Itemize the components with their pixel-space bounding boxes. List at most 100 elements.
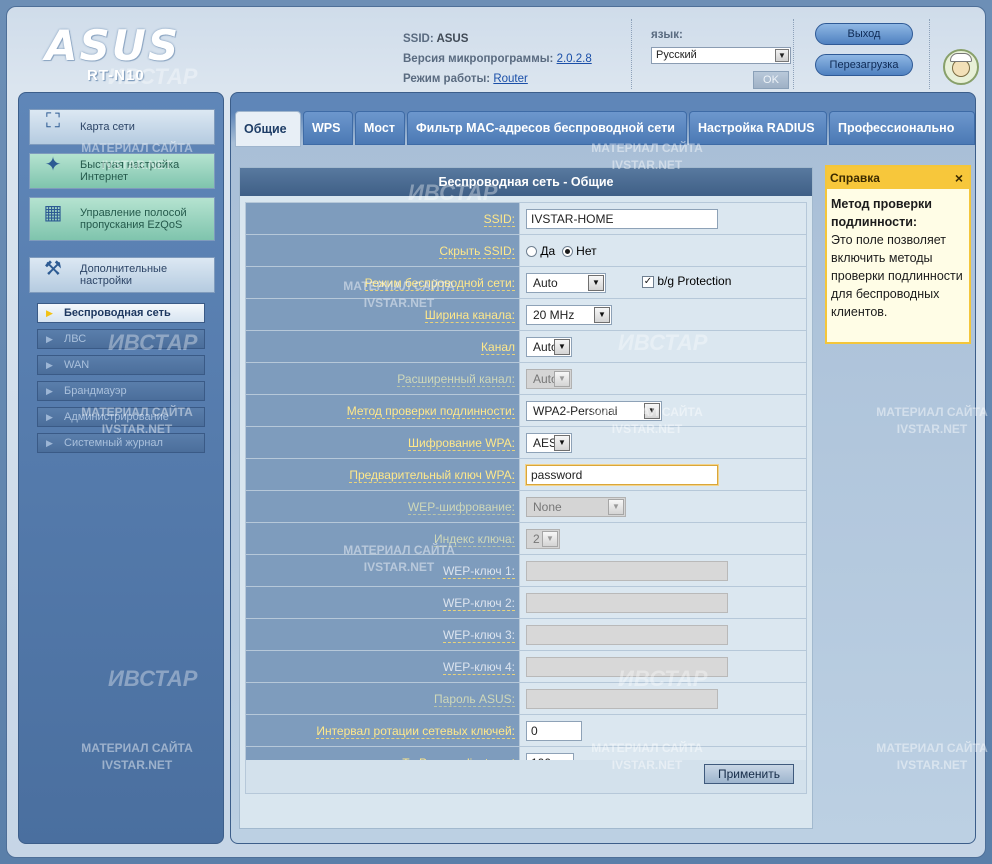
reboot-button[interactable]: Перезагрузка bbox=[815, 54, 913, 76]
tab-wps[interactable]: WPS bbox=[303, 111, 353, 145]
ssid-field-label[interactable]: SSID: bbox=[483, 211, 515, 227]
channel-width-select[interactable]: 20 MHz ▼ bbox=[526, 304, 612, 325]
chevron-down-icon: ▼ bbox=[542, 530, 558, 547]
wep-key4-label[interactable]: WEP-ключ 4: bbox=[442, 659, 515, 675]
sidebar-item-advanced[interactable]: ⚒ Дополнительные настройки bbox=[29, 257, 215, 293]
table-row: Метод проверки подлинности: WPA2-Persona… bbox=[245, 394, 807, 427]
apply-row: Применить bbox=[245, 760, 807, 794]
wand-icon: ✦ bbox=[44, 154, 62, 176]
wireless-general-panel: Беспроводная сеть - Общие SSID: IVSTAR-H… bbox=[239, 167, 813, 829]
table-row: Шифрование WPA: AES ▼ bbox=[245, 426, 807, 459]
tab-general[interactable]: Общие bbox=[235, 111, 301, 147]
asus-logo: ASUS RT-N10 bbox=[31, 17, 201, 87]
wep-key3-label[interactable]: WEP-ключ 3: bbox=[442, 627, 515, 643]
tab-mac-filter[interactable]: Фильтр MAC-адресов беспроводной сети bbox=[407, 111, 687, 145]
help-text: Это поле позволяет включить методы прове… bbox=[831, 233, 963, 319]
arrow-right-icon: ▶ bbox=[46, 334, 53, 344]
help-body: Метод проверки подлинности: Это поле поз… bbox=[827, 189, 969, 321]
language-value: Русский bbox=[656, 49, 697, 61]
table-row: Индекс ключа: 2 ▼ bbox=[245, 522, 807, 555]
table-row: WEP-ключ 2: bbox=[245, 586, 807, 619]
apply-button[interactable]: Применить bbox=[704, 764, 794, 784]
wep-key2-input[interactable] bbox=[526, 592, 728, 613]
arrow-right-icon: ▶ bbox=[46, 438, 53, 448]
sidebar-sub-wan[interactable]: ▶ WAN bbox=[37, 355, 205, 375]
ssid-input[interactable]: IVSTAR-HOME bbox=[526, 208, 718, 229]
help-panel: Справка × Метод проверки подлинности: Эт… bbox=[825, 165, 971, 344]
auth-method-value: WPA2-Personal bbox=[533, 403, 618, 418]
mode-link[interactable]: Router bbox=[493, 73, 528, 85]
hide-ssid-no-radio[interactable] bbox=[561, 245, 573, 257]
hide-ssid-label[interactable]: Скрыть SSID: bbox=[439, 243, 515, 259]
wep-key2-label[interactable]: WEP-ключ 2: bbox=[442, 595, 515, 611]
wep-encryption-select[interactable]: None ▼ bbox=[526, 496, 626, 517]
hide-ssid-no-label: Нет bbox=[576, 243, 597, 258]
asus-passphrase-label[interactable]: Пароль ASUS: bbox=[434, 691, 515, 707]
sidebar: ⛶ Карта сети ✦ Быстрая настройка Интерне… bbox=[18, 92, 224, 844]
wep-key1-label[interactable]: WEP-ключ 1: bbox=[442, 563, 515, 579]
wpa-encryption-label[interactable]: Шифрование WPA: bbox=[408, 435, 515, 451]
help-header: Справка × bbox=[827, 167, 969, 189]
channel-label[interactable]: Канал bbox=[481, 339, 515, 355]
ext-channel-select[interactable]: Auto ▼ bbox=[526, 368, 572, 389]
ext-channel-label[interactable]: Расширенный канал: bbox=[397, 371, 515, 387]
language-label: язык: bbox=[651, 29, 683, 41]
language-ok-button[interactable]: OK bbox=[753, 71, 789, 89]
close-icon[interactable]: × bbox=[955, 167, 963, 189]
sidebar-sub-lan[interactable]: ▶ ЛВС bbox=[37, 329, 205, 349]
sidebar-sub-syslog[interactable]: ▶ Системный журнал bbox=[37, 433, 205, 453]
tab-professional[interactable]: Профессионально bbox=[829, 111, 975, 145]
wpa-key-label[interactable]: Предварительный ключ WPA: bbox=[349, 467, 515, 483]
firmware-label: Версия микропрограммы: bbox=[403, 53, 554, 65]
sidebar-item-label: Управление полосой пропускания EzQoS bbox=[80, 207, 187, 231]
arrow-right-icon: ▶ bbox=[46, 360, 53, 370]
sidebar-item-network-map[interactable]: ⛶ Карта сети bbox=[29, 109, 215, 145]
table-row: Интервал ротации сетевых ключей: 0 bbox=[245, 714, 807, 747]
wpa-encryption-select[interactable]: AES ▼ bbox=[526, 432, 572, 453]
key-rotation-input[interactable]: 0 bbox=[526, 720, 582, 741]
key-index-value: 2 bbox=[533, 531, 540, 546]
channel-select[interactable]: Auto ▼ bbox=[526, 336, 572, 357]
sidebar-item-quick-setup[interactable]: ✦ Быстрая настройка Интернет bbox=[29, 153, 215, 189]
bg-protection-checkbox[interactable]: ✓ bbox=[642, 275, 654, 288]
logout-button[interactable]: Выход bbox=[815, 23, 913, 45]
sidebar-sub-firewall[interactable]: ▶ Брандмауэр bbox=[37, 381, 205, 401]
channel-width-label[interactable]: Ширина канала: bbox=[424, 307, 515, 323]
language-select[interactable]: Русский ▼ bbox=[651, 47, 791, 64]
sidebar-sub-administration[interactable]: ▶ Администрирование bbox=[37, 407, 205, 427]
firmware-link[interactable]: 2.0.2.8 bbox=[557, 53, 592, 65]
tab-bridge[interactable]: Мост bbox=[355, 111, 405, 145]
table-row: SSID: IVSTAR-HOME bbox=[245, 202, 807, 235]
arrow-right-icon: ▶ bbox=[46, 308, 53, 318]
asus-passphrase-input[interactable] bbox=[526, 688, 718, 709]
table-row: Канал Auto ▼ bbox=[245, 330, 807, 363]
chevron-down-icon: ▼ bbox=[554, 338, 570, 355]
sidebar-item-ezqos[interactable]: ▦ Управление полосой пропускания EzQoS bbox=[29, 197, 215, 241]
wep-key1-input[interactable] bbox=[526, 560, 728, 581]
key-index-select[interactable]: 2 ▼ bbox=[526, 528, 560, 549]
wireless-mode-label[interactable]: Режим беспроводной сети: bbox=[364, 275, 515, 291]
chevron-down-icon: ▼ bbox=[594, 306, 610, 323]
wep-key3-input[interactable] bbox=[526, 624, 728, 645]
tab-radius[interactable]: Настройка RADIUS bbox=[689, 111, 827, 145]
key-rotation-label[interactable]: Интервал ротации сетевых ключей: bbox=[316, 723, 515, 739]
network-map-icon: ⛶ bbox=[46, 110, 60, 132]
auth-method-label[interactable]: Метод проверки подлинности: bbox=[346, 403, 515, 419]
wpa-key-input[interactable]: password bbox=[526, 464, 718, 485]
wireless-mode-select[interactable]: Auto ▼ bbox=[526, 272, 606, 293]
wep-key4-input[interactable] bbox=[526, 656, 728, 677]
ssid-value: ASUS bbox=[436, 33, 469, 45]
logo-text: ASUS bbox=[45, 21, 181, 70]
table-row: Ширина канала: 20 MHz ▼ bbox=[245, 298, 807, 331]
assistant-avatar-icon[interactable] bbox=[943, 49, 979, 85]
sidebar-sub-wireless[interactable]: ▶ Беспроводная сеть bbox=[37, 303, 205, 323]
wep-encryption-label[interactable]: WEP-шифрование: bbox=[407, 499, 515, 515]
key-index-label[interactable]: Индекс ключа: bbox=[433, 531, 515, 547]
table-row: WEP-ключ 3: bbox=[245, 618, 807, 651]
chevron-down-icon: ▼ bbox=[775, 49, 789, 62]
table-row: Пароль ASUS: bbox=[245, 682, 807, 715]
auth-method-select[interactable]: WPA2-Personal ▼ bbox=[526, 400, 662, 421]
chevron-down-icon: ▼ bbox=[554, 434, 570, 451]
hide-ssid-yes-radio[interactable] bbox=[526, 245, 537, 257]
help-heading: Метод проверки подлинности: bbox=[831, 197, 932, 229]
